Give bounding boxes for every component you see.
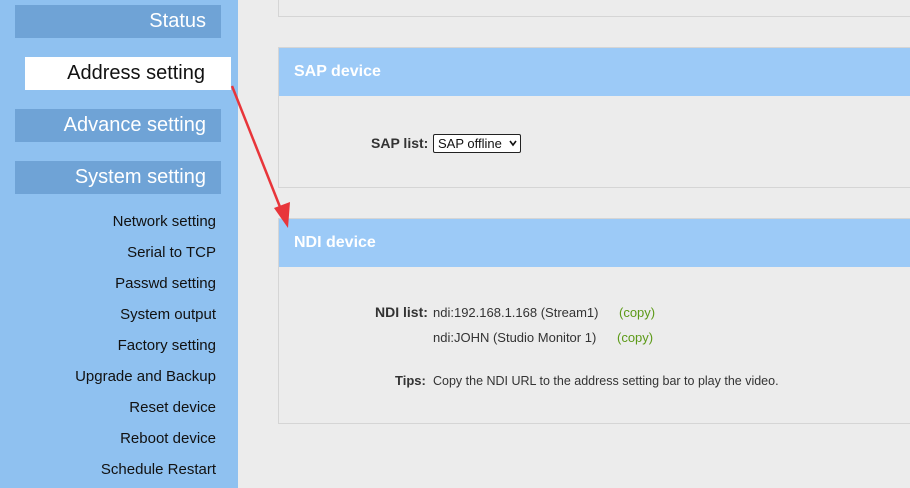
ndi-list-label: NDI list: xyxy=(375,304,428,320)
ndi-entry-copy-link[interactable]: (copy) xyxy=(617,330,653,345)
sidebar-item-network-setting[interactable]: Network setting xyxy=(113,213,216,230)
menu-advance-setting[interactable]: Advance setting xyxy=(15,109,221,142)
menu-system-setting[interactable]: System setting xyxy=(15,161,221,194)
sidebar-item-upgrade-and-backup[interactable]: Upgrade and Backup xyxy=(75,368,216,385)
sidebar-item-serial-to-tcp[interactable]: Serial to TCP xyxy=(127,244,216,261)
ndi-device-title: NDI device xyxy=(279,219,910,267)
ndi-entry-copy-link[interactable]: (copy) xyxy=(619,305,655,320)
sidebar-item-passwd-setting[interactable]: Passwd setting xyxy=(115,275,216,292)
sap-list-label: SAP list: xyxy=(371,135,429,151)
sidebar-item-schedule-restart[interactable]: Schedule Restart xyxy=(101,461,216,478)
sidebar-item-reboot-device[interactable]: Reboot device xyxy=(120,430,216,447)
chevron-down-icon xyxy=(509,140,517,147)
sidebar-item-factory-setting[interactable]: Factory setting xyxy=(118,337,216,354)
ndi-device-panel: NDI device NDI list: ndi:192.168.1.168 (… xyxy=(278,218,910,424)
tips-label: Tips: xyxy=(395,373,426,388)
sidebar-item-reset-device[interactable]: Reset device xyxy=(129,399,216,416)
ndi-entry-url: ndi:JOHN (Studio Monitor 1) xyxy=(433,330,597,345)
sidebar: Status Address setting Advance setting S… xyxy=(0,0,238,488)
menu-address-setting[interactable]: Address setting xyxy=(25,57,231,90)
sap-list-select[interactable]: SAP offline xyxy=(433,134,521,153)
sap-device-title: SAP device xyxy=(279,48,910,96)
sap-list-selected-value: SAP offline xyxy=(438,136,502,151)
ndi-entry-url: ndi:192.168.1.168 (Stream1) xyxy=(433,305,599,320)
sap-device-panel: SAP device SAP list: SAP offline xyxy=(278,47,910,188)
menu-status[interactable]: Status xyxy=(15,5,221,38)
tips-text: Copy the NDI URL to the address setting … xyxy=(433,374,779,388)
previous-panel xyxy=(278,0,910,17)
sidebar-item-system-output[interactable]: System output xyxy=(120,306,216,323)
